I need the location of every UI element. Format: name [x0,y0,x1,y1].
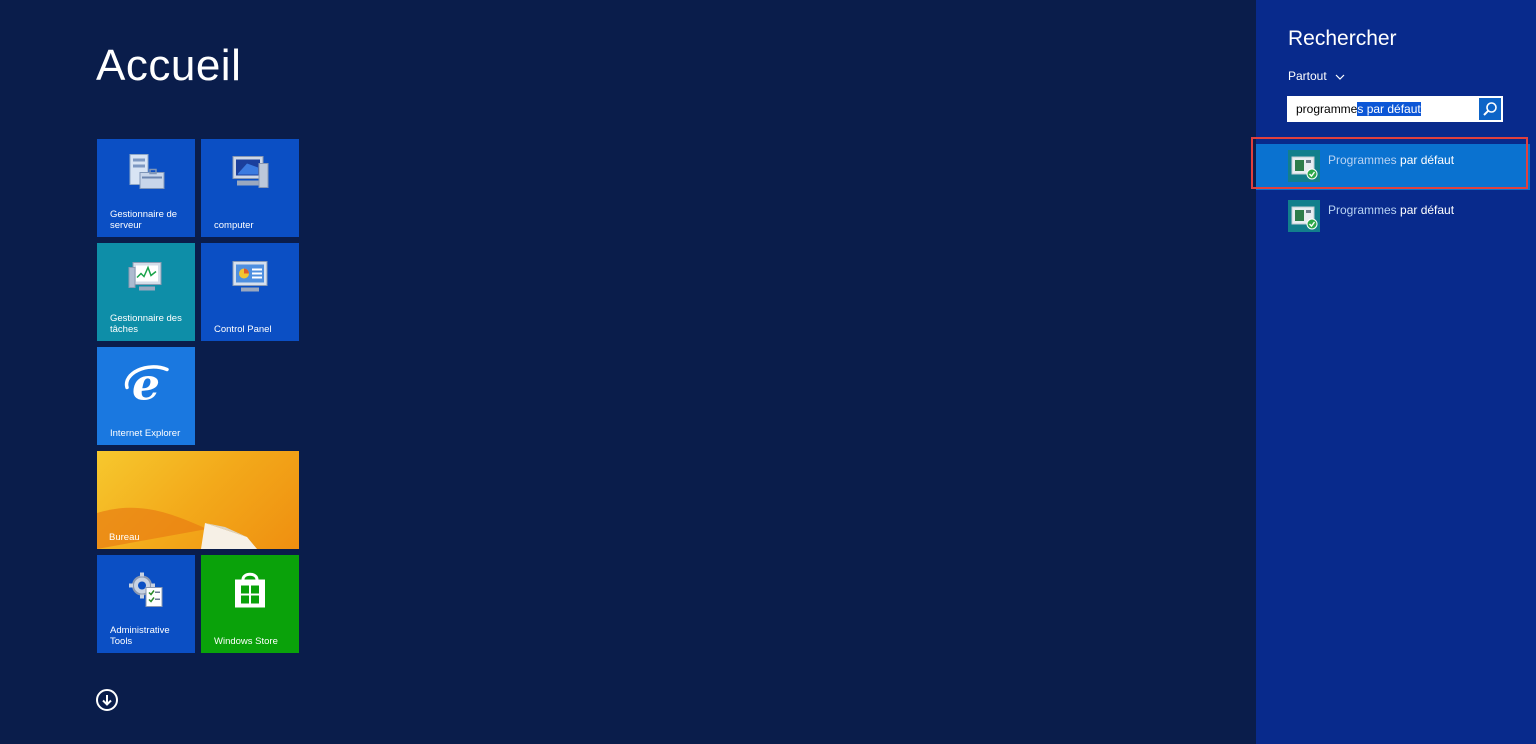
all-apps-button[interactable] [96,689,118,711]
default-programs-icon [1288,200,1320,232]
task-manager-icon [125,258,167,303]
tile-task-manager[interactable]: Gestionnaire des tâches [97,243,195,341]
search-pane: Rechercher Partout programmes par défaut [1251,0,1536,744]
search-button[interactable] [1479,98,1501,120]
tile-label: Bureau [109,531,140,543]
tile-label: Internet Explorer [110,427,181,439]
default-programs-icon [1288,150,1320,182]
search-query-typed: programme [1296,102,1358,116]
tile-windows-store[interactable]: Windows Store [201,555,299,653]
shopping-bag-icon [230,570,270,615]
tile-label: Windows Store [214,635,278,647]
page-title: Accueil [96,41,242,90]
search-result-label: Programmes par défaut [1328,153,1455,167]
start-screen: Accueil Gestionnaire de serveur computer… [0,0,1256,744]
search-result-item[interactable]: Programmes par défaut [1251,137,1530,190]
tile-control-panel[interactable]: Control Panel [201,243,299,341]
search-scope-label: Partout [1288,69,1327,83]
tile-label: computer [214,219,254,231]
chevron-down-icon [1335,74,1345,80]
tile-internet-explorer[interactable]: e Internet Explorer [97,347,195,445]
computer-icon [229,154,271,199]
search-query-selected: s par défaut [1357,102,1421,116]
search-input[interactable]: programmes par défaut [1287,96,1503,122]
magnifier-icon [1483,102,1497,116]
tile-desktop[interactable]: Bureau [97,451,299,549]
search-scope-dropdown[interactable]: Partout [1288,69,1345,83]
tile-label: Control Panel [214,323,272,335]
tile-computer[interactable]: computer [201,139,299,237]
tile-administrative-tools[interactable]: Administrative Tools [97,555,195,653]
internet-explorer-icon: e [121,360,171,413]
search-input-text: programmes par défaut [1296,102,1421,116]
search-title: Rechercher [1288,27,1397,50]
administrative-tools-icon [126,570,166,615]
tile-label: Gestionnaire des tâches [110,313,182,335]
search-result-item[interactable]: Programmes par défaut [1256,194,1530,240]
server-manager-icon [124,153,168,200]
tile-server-manager[interactable]: Gestionnaire de serveur [97,139,195,237]
control-panel-icon [229,258,271,303]
tile-label: Administrative Tools [110,625,170,647]
tile-label: Gestionnaire de serveur [110,209,178,231]
search-result-label: Programmes par défaut [1328,203,1455,217]
